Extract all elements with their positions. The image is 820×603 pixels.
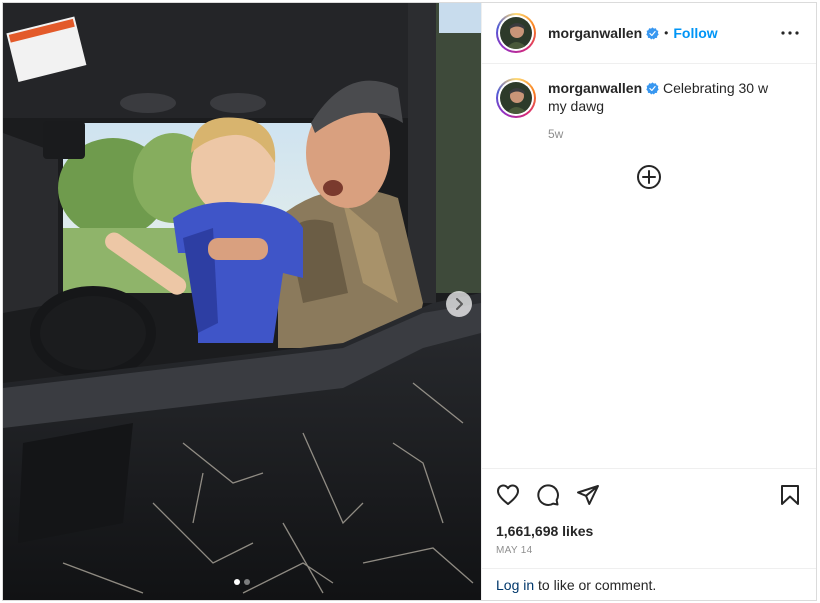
comment-button[interactable] — [536, 483, 560, 507]
comment-icon — [537, 484, 559, 506]
chevron-right-icon — [456, 298, 463, 310]
carousel-dot — [244, 579, 250, 585]
carousel-next-button[interactable] — [446, 291, 472, 317]
carousel-indicator — [3, 579, 481, 585]
caption: morganwallen Celebrating 30 w my dawg 5w — [496, 78, 802, 143]
follow-button[interactable]: Follow — [673, 25, 717, 41]
heart-icon — [497, 484, 519, 505]
share-icon — [577, 485, 599, 505]
header-separator: • — [664, 26, 669, 40]
caption-timestamp: 5w — [548, 127, 564, 141]
verified-badge-icon — [646, 82, 659, 95]
login-prompt-text: to like or comment. — [534, 576, 657, 593]
post-side-panel: morganwallen • Follow morganwallen Celeb… — [481, 3, 816, 600]
caption-body: morganwallen Celebrating 30 w my dawg 5w — [548, 79, 788, 143]
caption-username[interactable]: morganwallen — [548, 80, 642, 96]
avatar-image — [500, 17, 532, 49]
post-media[interactable] — [3, 3, 481, 600]
login-prompt: Log in to like or comment. — [482, 568, 816, 600]
avatar-image — [500, 82, 532, 114]
post-photo — [3, 3, 481, 600]
bookmark-icon — [781, 485, 799, 505]
post-frame: morganwallen • Follow morganwallen Celeb… — [2, 2, 817, 601]
post-actions-section: 1,661,698 likes MAY 14 — [482, 468, 816, 568]
avatar[interactable] — [496, 13, 536, 53]
action-bar — [496, 483, 802, 507]
caption-avatar[interactable] — [496, 78, 536, 118]
login-link[interactable]: Log in — [496, 577, 534, 593]
verified-badge-icon — [646, 26, 659, 40]
save-button[interactable] — [778, 483, 802, 507]
comments-section: morganwallen Celebrating 30 w my dawg 5w — [482, 64, 816, 468]
like-button[interactable] — [496, 483, 520, 507]
like-count[interactable]: 1,661,698 likes — [496, 523, 802, 539]
plus-circle-icon — [637, 165, 661, 189]
post-date: MAY 14 — [496, 545, 533, 556]
more-options-button[interactable] — [778, 21, 802, 45]
carousel-dot-active — [234, 579, 240, 585]
load-more-comments-button[interactable] — [636, 164, 662, 190]
more-options-icon — [781, 31, 799, 35]
post-header: morganwallen • Follow — [482, 3, 816, 64]
header-username[interactable]: morganwallen — [548, 25, 642, 41]
share-button[interactable] — [576, 483, 600, 507]
